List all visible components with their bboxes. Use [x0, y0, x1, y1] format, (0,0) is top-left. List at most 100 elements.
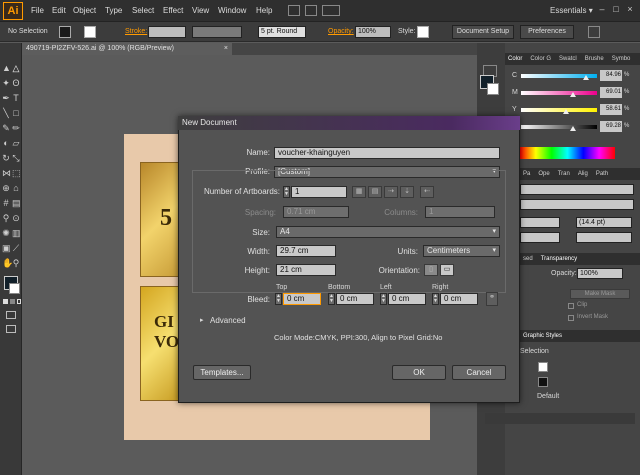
advanced-toggle-icon[interactable]: ▸ — [200, 316, 204, 324]
slider-track[interactable] — [521, 108, 597, 112]
bleed-top-stepper[interactable]: ▲ ▼ — [275, 293, 282, 305]
ok-button[interactable]: OK — [392, 365, 446, 380]
stroke-label[interactable]: Stroke: — [125, 28, 147, 35]
menu-select[interactable]: Select — [132, 6, 154, 15]
font-size-field[interactable] — [520, 217, 560, 228]
scale-icon[interactable]: ⤡ — [12, 151, 20, 165]
blend-icon[interactable]: ⊙ — [12, 211, 20, 225]
slider-thumb[interactable] — [562, 109, 569, 114]
bleed-bottom-field[interactable]: 0 cm — [336, 293, 374, 305]
landscape-orientation-icon[interactable]: ▭ — [440, 264, 454, 276]
symbol-sprayer-icon[interactable]: ✺ — [2, 226, 10, 240]
menu-file[interactable]: File — [31, 6, 44, 15]
shape-builder-icon[interactable]: ⊕ — [2, 181, 10, 195]
document-setup-button[interactable]: Document Setup — [452, 25, 514, 39]
tab-transform[interactable]: Tran — [555, 171, 570, 177]
minimize-icon[interactable]: – — [595, 4, 609, 16]
font-style-field[interactable] — [520, 199, 634, 210]
artboards-field[interactable]: 1 — [291, 186, 347, 198]
stroke-appearance-swatch[interactable] — [538, 362, 548, 372]
arrange-by-row-icon[interactable]: ⇢ — [384, 186, 398, 198]
arrange-icon[interactable] — [588, 26, 600, 38]
slider-thumb[interactable] — [582, 75, 589, 80]
close-tab-icon[interactable]: × — [224, 43, 228, 55]
height-field[interactable]: 21 cm — [276, 264, 336, 276]
artboard-tool-icon[interactable]: ▣ — [2, 241, 11, 255]
fill-swatch[interactable] — [59, 26, 71, 38]
style-swatch[interactable] — [417, 26, 429, 38]
eraser-icon[interactable]: ▱ — [12, 136, 20, 150]
stroke-swatch[interactable] — [84, 26, 96, 38]
direct-selection-tool-icon[interactable]: △ — [12, 61, 20, 75]
preferences-button[interactable]: Preferences — [520, 25, 574, 39]
grid-by-row-icon[interactable]: ▦ — [352, 186, 366, 198]
bridge-icon[interactable] — [288, 5, 300, 16]
color-mode-icon[interactable] — [3, 299, 8, 304]
stroke-weight-field[interactable] — [148, 26, 186, 38]
slider-track[interactable] — [521, 91, 597, 95]
right-to-left-icon[interactable]: ⇠ — [420, 186, 434, 198]
grid-by-column-icon[interactable]: ▤ — [368, 186, 382, 198]
kerning-field[interactable] — [520, 232, 560, 243]
artboards-stepper[interactable]: ▲ ▼ — [283, 186, 290, 198]
opacity-label[interactable]: Opacity: — [328, 28, 354, 35]
color-slider-y[interactable]: Y 58.61% — [512, 104, 636, 116]
spacing-field[interactable]: 0.71 cm — [283, 206, 349, 218]
lasso-icon[interactable]: ʘ — [12, 76, 20, 90]
tracking-field[interactable] — [576, 232, 632, 243]
menu-object[interactable]: Object — [73, 6, 96, 15]
tab-pathfinder[interactable]: Path — [593, 171, 608, 177]
size-dropdown[interactable]: A4 ▾ — [276, 226, 500, 238]
templates-button[interactable]: Templates... — [193, 365, 251, 380]
workspace-switcher[interactable]: Essentials ▾ — [550, 6, 593, 15]
bleed-top-field[interactable]: 0 cm — [283, 293, 321, 305]
slider-thumb[interactable] — [570, 126, 577, 131]
arrange-documents-icon[interactable] — [322, 5, 340, 16]
clip-checkbox[interactable] — [568, 303, 574, 309]
color-slider-k[interactable]: K69.28% — [512, 121, 636, 133]
tab-opentype[interactable]: Ope — [535, 171, 549, 177]
zoom-tool-icon[interactable]: ⚲ — [12, 256, 20, 270]
leading-field[interactable]: (14.4 pt) — [576, 217, 632, 228]
font-family-field[interactable] — [520, 184, 634, 195]
none-mode-icon[interactable] — [17, 299, 21, 304]
menu-type[interactable]: Type — [105, 6, 122, 15]
panel-stroke-swatch[interactable] — [487, 83, 499, 95]
type-tool-icon[interactable]: T — [12, 91, 20, 105]
drawing-mode-icon[interactable] — [6, 311, 16, 319]
units-dropdown[interactable]: Centimeters ▾ — [423, 245, 500, 257]
blob-brush-icon[interactable]: ◐ — [2, 136, 10, 150]
free-transform-icon[interactable]: ⬚ — [12, 166, 21, 180]
column-graph-icon[interactable]: ▥ — [12, 226, 21, 240]
menu-help[interactable]: Help — [256, 6, 272, 15]
slider-thumb[interactable] — [570, 92, 577, 97]
slider-value-field[interactable]: 69.28 — [600, 121, 622, 132]
mesh-icon[interactable]: # — [2, 196, 10, 210]
menu-effect[interactable]: Effect — [163, 6, 183, 15]
tab-symbols[interactable]: Symbo — [609, 56, 631, 62]
tab-appearance[interactable]: sed — [520, 256, 533, 262]
eyedropper-icon[interactable]: ⚲ — [2, 211, 10, 225]
variable-width-field[interactable] — [192, 26, 242, 38]
stock-icon[interactable] — [305, 5, 317, 16]
width-field[interactable]: 29.7 cm — [276, 245, 336, 257]
menu-edit[interactable]: Edit — [52, 6, 66, 15]
bleed-left-stepper[interactable]: ▲ ▼ — [380, 293, 387, 305]
bleed-right-field[interactable]: 0 cm — [440, 293, 478, 305]
tab-color[interactable]: Color — [505, 56, 522, 62]
slider-value-field[interactable]: 58.61 — [600, 104, 622, 115]
paintbrush-icon[interactable]: ✎ — [2, 121, 10, 135]
arrange-by-column-icon[interactable]: ⇣ — [400, 186, 414, 198]
brush-field[interactable]: 5 pt. Round — [258, 26, 306, 38]
tab-brushes[interactable]: Brushe — [582, 56, 604, 62]
make-mask-button[interactable]: Make Mask — [570, 289, 630, 299]
bleed-bottom-stepper[interactable]: ▲ ▼ — [328, 293, 335, 305]
tab-transparency[interactable]: Transparency — [538, 256, 577, 262]
pencil-icon[interactable]: ✏ — [12, 121, 20, 135]
link-bleed-icon[interactable]: ⚭ — [486, 292, 498, 306]
document-tab[interactable]: 490719-PI2ZFV-526.ai @ 100% (RGB/Preview… — [22, 43, 232, 55]
stroke-color-swatch[interactable] — [9, 283, 20, 294]
opacity-field[interactable]: 100% — [355, 26, 391, 38]
menu-window[interactable]: Window — [218, 6, 246, 15]
slider-value-field[interactable]: 69.01 — [600, 87, 622, 98]
